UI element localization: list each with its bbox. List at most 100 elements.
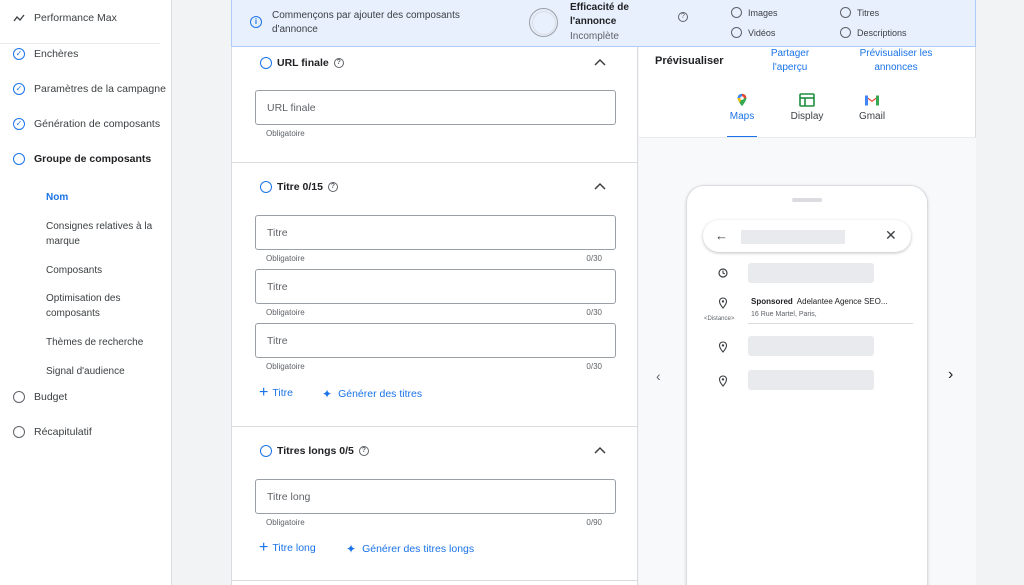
search-placeholder: [741, 230, 845, 244]
distance-label: <Distance>: [704, 316, 735, 322]
info-icon: i: [250, 16, 262, 28]
business-address: 16 Rue Martel, Paris,: [751, 311, 817, 318]
placeholder-bar: [748, 336, 874, 356]
url-section-header[interactable]: URL finale ?: [260, 57, 344, 69]
tab-display[interactable]: Display: [787, 93, 827, 122]
chevron-right-icon[interactable]: ›: [948, 366, 953, 384]
generate-titles-button[interactable]: ✦ Générer des titres: [322, 387, 422, 401]
help-icon[interactable]: ?: [327, 182, 338, 192]
check-videos: Vidéos: [731, 27, 775, 38]
char-count: 0/30: [586, 362, 602, 371]
sidebar-item-label: Budget: [34, 391, 68, 403]
circle-icon: [840, 27, 851, 38]
title-input[interactable]: Titre: [255, 323, 616, 358]
circle-icon: [731, 7, 742, 18]
check-titres: Titres: [840, 7, 879, 18]
location-pin-icon: [718, 297, 728, 309]
preview-panel: Prévisualiser Partager l'aperçu Prévisua…: [639, 47, 976, 585]
divider: [748, 323, 913, 324]
check-circle-icon: ✓: [13, 83, 25, 95]
long-titles-section-header[interactable]: Titres longs 0/5 ?: [260, 445, 369, 457]
phone-notch: [792, 198, 822, 202]
add-title-button[interactable]: + Titre: [259, 384, 293, 401]
check-images: Images: [731, 7, 778, 18]
field-hint: Obligatoire: [266, 518, 305, 527]
check-circle-icon: ✓: [13, 118, 25, 130]
gmail-icon: [865, 95, 879, 106]
location-pin-icon: [718, 375, 728, 387]
status-circle-icon: [260, 445, 272, 457]
display-icon: [799, 93, 815, 107]
arrow-left-icon: ←: [715, 228, 728, 243]
check-label: Vidéos: [748, 27, 776, 38]
tab-label: Gmail: [858, 111, 886, 122]
char-count: 0/30: [586, 308, 602, 317]
circle-icon: [731, 27, 742, 38]
sparkle-icon: ✦: [322, 387, 333, 401]
help-icon[interactable]: ?: [333, 58, 344, 68]
banner-message: Commençons par ajouter des composants d'…: [272, 10, 460, 35]
trend-icon: [13, 14, 25, 22]
button-label: Titre: [272, 387, 293, 399]
chevron-up-icon[interactable]: [594, 446, 606, 454]
preview-ads-link[interactable]: Prévisualiser les annonces: [851, 47, 941, 75]
circle-icon: [13, 391, 25, 403]
help-icon[interactable]: ?: [358, 446, 369, 456]
location-pin-icon: [718, 341, 728, 353]
tab-maps[interactable]: Maps: [727, 93, 757, 122]
field-hint: Obligatoire: [266, 308, 305, 317]
sidebar-item-label: Paramètres de la campagne: [34, 83, 166, 95]
sponsored-label: Sponsored: [751, 297, 793, 306]
final-url-input[interactable]: URL finale: [255, 90, 616, 125]
sidebar-subitem-signal[interactable]: Signal d'audience: [46, 365, 166, 380]
sidebar-subitem-consignes[interactable]: Consignes relatives à la marque: [46, 220, 166, 249]
divider: [232, 580, 637, 581]
ad-strength-ring-icon: [529, 8, 558, 37]
section-title: URL finale: [277, 57, 329, 69]
clock-icon: [718, 268, 728, 278]
sidebar-item-label: Récapitulatif: [34, 426, 92, 438]
sidebar: Performance Max ✓ Enchères ✓ Paramètres …: [0, 0, 172, 585]
divider: [232, 162, 637, 163]
check-circle-icon: ✓: [13, 48, 25, 60]
button-label: Titre long: [272, 542, 316, 554]
field-hint: Obligatoire: [266, 129, 305, 138]
sidebar-item-label: Génération de composants: [34, 118, 161, 130]
tab-gmail[interactable]: Gmail: [855, 93, 889, 122]
chevron-left-icon[interactable]: ‹: [656, 368, 661, 384]
plus-icon: +: [259, 384, 269, 401]
placeholder-bar: [748, 370, 874, 390]
help-icon[interactable]: ?: [678, 12, 688, 22]
button-label: Générer des titres longs: [362, 543, 475, 555]
preview-title: Prévisualiser: [655, 55, 724, 67]
title-input[interactable]: Titre: [255, 215, 616, 250]
field-hint: Obligatoire: [266, 254, 305, 263]
long-title-input[interactable]: Titre long: [255, 479, 616, 514]
chevron-up-icon[interactable]: [594, 182, 606, 190]
ad-strength-banner: i Commençons par ajouter des composants …: [231, 0, 976, 47]
field-hint: Obligatoire: [266, 362, 305, 371]
sidebar-subitem-nom[interactable]: Nom: [46, 191, 166, 206]
add-long-title-button[interactable]: + Titre long: [259, 539, 316, 556]
share-preview-link[interactable]: Partager l'aperçu: [760, 47, 820, 75]
chevron-up-icon[interactable]: [594, 58, 606, 66]
sidebar-subitem-composants[interactable]: Composants: [46, 264, 166, 279]
sidebar-subitem-optimisation[interactable]: Optimisation des composants: [46, 292, 166, 321]
sidebar-subitem-themes[interactable]: Thèmes de recherche: [46, 336, 166, 351]
sidebar-item-label: Enchères: [34, 48, 79, 60]
placeholder-bar: [748, 263, 874, 283]
titles-section-header[interactable]: Titre 0/15 ?: [260, 181, 338, 193]
phone-mockup: ← ✕ <Distance> Sponsored Adelantee Agenc…: [686, 185, 928, 585]
char-count: 0/90: [586, 518, 602, 527]
check-label: Descriptions: [857, 27, 907, 38]
char-count: 0/30: [586, 254, 602, 263]
preview-canvas: ‹ › ← ✕ <Distance> Sponsored Adelantee A…: [639, 138, 976, 585]
button-label: Générer des titres: [338, 388, 423, 400]
sparkle-icon: ✦: [346, 542, 357, 556]
title-input[interactable]: Titre: [255, 269, 616, 304]
tab-label: Maps: [729, 111, 755, 122]
generate-long-titles-button[interactable]: ✦ Générer des titres longs: [346, 542, 474, 556]
sidebar-item-label: Performance Max: [34, 12, 117, 24]
plus-icon: +: [259, 539, 269, 556]
circle-icon: [840, 7, 851, 18]
